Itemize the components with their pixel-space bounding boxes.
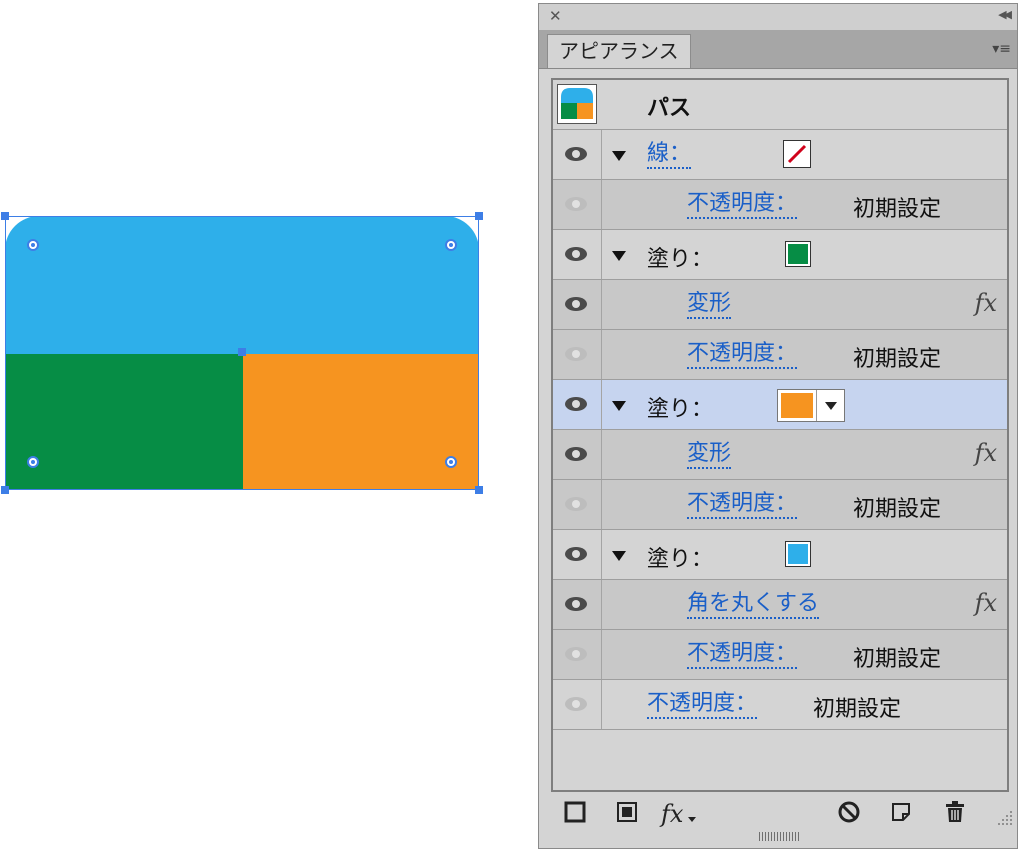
stroke-none-swatch[interactable] <box>783 140 811 168</box>
duplicate-item-icon[interactable] <box>889 800 913 824</box>
add-new-fill-icon[interactable] <box>615 800 639 824</box>
fill-swatch-orange <box>781 393 813 418</box>
object-opacity-row[interactable]: 不透明度： 初期設定 <box>553 680 1007 730</box>
opacity-value: 初期設定 <box>853 647 942 672</box>
corner-widget-bottom-right[interactable] <box>445 456 457 468</box>
visibility-eye-icon[interactable] <box>565 447 587 461</box>
tab-appearance[interactable]: アピアランス <box>547 34 691 68</box>
visibility-eye-icon[interactable] <box>565 297 587 311</box>
disclosure-triangle-icon[interactable] <box>612 251 626 261</box>
appearance-panel: ✕ ◀◀ アピアランス ▾≡ パス 線： 不透明度： 初期設定 塗り： 変形 f… <box>538 3 1018 849</box>
opacity-label-link[interactable]: 不透明度： <box>647 691 758 719</box>
transform-effect-row[interactable]: 変形 fx <box>553 430 1007 480</box>
opacity-row[interactable]: 不透明度： 初期設定 <box>553 330 1007 380</box>
corner-widget-bottom-left[interactable] <box>27 456 39 468</box>
collapse-panel-icon[interactable]: ◀◀ <box>998 8 1012 21</box>
visibility-eye-icon[interactable] <box>565 347 587 361</box>
center-point[interactable] <box>238 348 246 356</box>
visibility-eye-icon[interactable] <box>565 547 587 561</box>
fill-row-selected[interactable]: 塗り： <box>553 380 1007 430</box>
visibility-eye-icon[interactable] <box>565 697 587 711</box>
disclosure-triangle-icon[interactable] <box>612 401 626 411</box>
opacity-value: 初期設定 <box>813 697 902 722</box>
round-corners-effect-row[interactable]: 角を丸くする fx <box>553 580 1007 630</box>
transform-effect-link[interactable]: 変形 <box>687 441 732 469</box>
trash-icon[interactable] <box>943 800 967 824</box>
appearance-header-row[interactable]: パス <box>553 80 1007 130</box>
visibility-eye-icon[interactable] <box>565 247 587 261</box>
transform-effect-row[interactable]: 変形 fx <box>553 280 1007 330</box>
visibility-eye-icon[interactable] <box>565 397 587 411</box>
opacity-label-link[interactable]: 不透明度： <box>687 491 798 519</box>
resize-grip-icon[interactable] <box>997 810 1013 826</box>
bbox-handle-top-left[interactable] <box>1 212 9 220</box>
opacity-row[interactable]: 不透明度： 初期設定 <box>553 630 1007 680</box>
fx-icon: fx <box>974 589 997 617</box>
fill-row[interactable]: 塗り： <box>553 530 1007 580</box>
transform-effect-link[interactable]: 変形 <box>687 291 732 319</box>
opacity-label-link[interactable]: 不透明度： <box>687 341 798 369</box>
corner-widget-top-right[interactable] <box>445 239 457 251</box>
fill-label: 塗り： <box>647 547 714 572</box>
panel-titlebar[interactable]: ✕ ◀◀ <box>539 4 1017 30</box>
visibility-eye-icon[interactable] <box>565 147 587 161</box>
fill-swatch-green[interactable] <box>785 241 811 267</box>
fx-icon: fx <box>974 439 997 467</box>
object-thumbnail <box>557 84 597 124</box>
round-corners-effect-link[interactable]: 角を丸くする <box>687 591 820 619</box>
visibility-eye-icon[interactable] <box>565 497 587 511</box>
visibility-eye-icon[interactable] <box>565 197 587 211</box>
add-new-effect-icon[interactable]: fx <box>661 800 701 828</box>
stroke-label-link[interactable]: 線： <box>647 141 692 169</box>
corner-widget-top-left[interactable] <box>27 239 39 251</box>
opacity-row[interactable]: 不透明度： 初期設定 <box>553 180 1007 230</box>
object-type-label: パス <box>647 96 692 121</box>
opacity-value: 初期設定 <box>853 497 942 522</box>
bbox-handle-bottom-right[interactable] <box>475 486 483 494</box>
fx-icon: fx <box>974 289 997 317</box>
visibility-eye-icon[interactable] <box>565 597 587 611</box>
add-new-stroke-icon[interactable] <box>563 800 587 824</box>
fill-swatch-blue[interactable] <box>785 541 811 567</box>
opacity-label-link[interactable]: 不透明度： <box>687 641 798 669</box>
fill-row[interactable]: 塗り： <box>553 230 1007 280</box>
panel-footer-toolbar: fx <box>539 794 1017 830</box>
close-icon[interactable]: ✕ <box>549 7 562 25</box>
fill-label: 塗り： <box>647 397 714 422</box>
fill-label: 塗り： <box>647 247 714 272</box>
panel-bottom-grip[interactable] <box>759 832 799 841</box>
bbox-handle-top-right[interactable] <box>475 212 483 220</box>
opacity-label-link[interactable]: 不透明度： <box>687 191 798 219</box>
stroke-row[interactable]: 線： <box>553 130 1007 180</box>
fill-color-dropdown[interactable] <box>777 389 845 422</box>
chevron-down-icon[interactable] <box>816 390 845 421</box>
panel-tab-strip: アピアランス ▾≡ <box>539 30 1017 69</box>
opacity-row[interactable]: 不透明度： 初期設定 <box>553 480 1007 530</box>
appearance-list: パス 線： 不透明度： 初期設定 塗り： 変形 fx 不透明度： 初期設定 塗り… <box>551 78 1009 792</box>
opacity-value: 初期設定 <box>853 197 942 222</box>
artboard[interactable] <box>0 0 536 856</box>
disclosure-triangle-icon[interactable] <box>612 551 626 561</box>
fx-menu-label: fx <box>661 800 684 828</box>
disclosure-triangle-icon[interactable] <box>612 151 626 161</box>
visibility-eye-icon[interactable] <box>565 647 587 661</box>
panel-menu-icon[interactable]: ▾≡ <box>992 41 1011 57</box>
clear-appearance-icon[interactable] <box>837 800 861 824</box>
opacity-value: 初期設定 <box>853 347 942 372</box>
bbox-handle-bottom-left[interactable] <box>1 486 9 494</box>
